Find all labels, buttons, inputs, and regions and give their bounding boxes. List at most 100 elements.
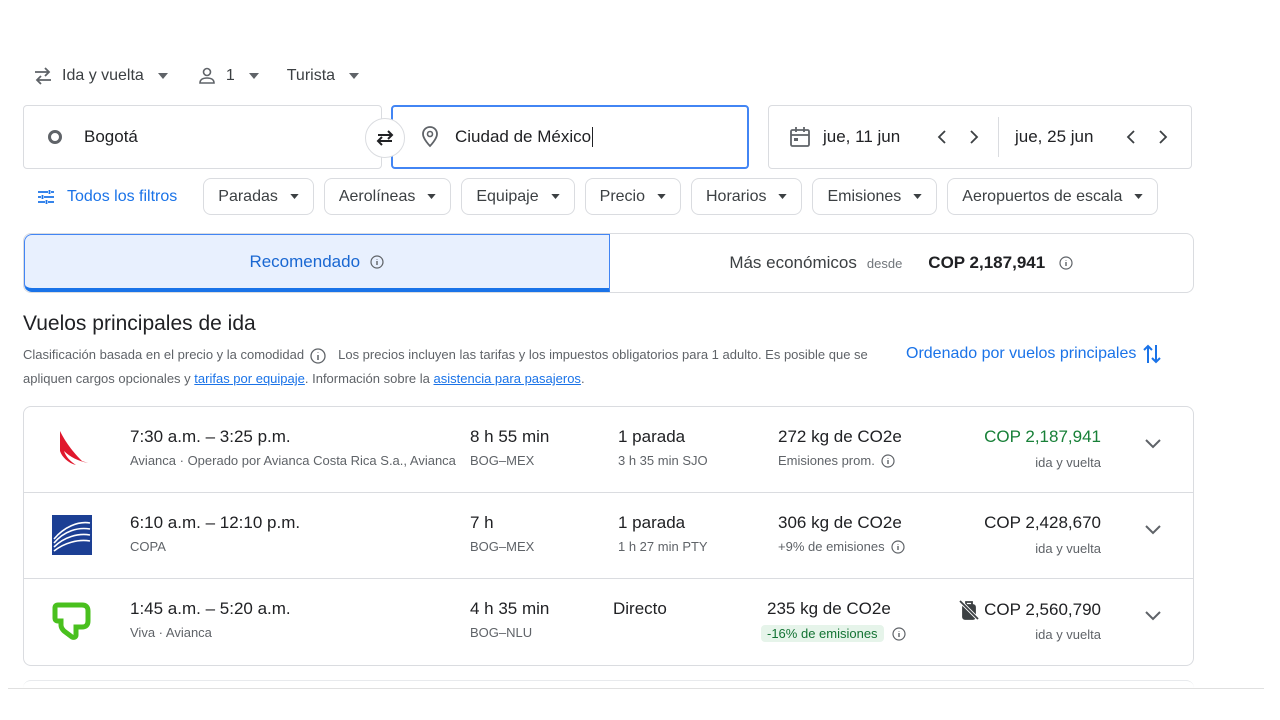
flight-stop-info: 1 h 27 min PTY (618, 539, 708, 554)
flight-co2-note: -16% de emisiones (761, 625, 906, 642)
swap-locations-button[interactable] (365, 118, 405, 158)
flight-times: 1:45 a.m. – 5:20 a.m. (130, 599, 291, 618)
results-title: Vuelos principales de ida (23, 312, 256, 335)
note-text: . Información sobre la (304, 371, 430, 386)
filter-chip-price[interactable]: Precio (584, 178, 681, 215)
passenger-assistance-link[interactable]: asistencia para pasajeros (434, 371, 581, 386)
chevron-left-icon (937, 130, 946, 144)
flight-co2-note: Emisiones prom. (778, 453, 895, 468)
next-date-button[interactable] (962, 130, 986, 144)
avianca-logo (50, 427, 94, 471)
viva-logo (50, 599, 94, 643)
swap-icon (376, 130, 394, 146)
filter-chip-layover-airports[interactable]: Aeropuertos de escala (947, 178, 1159, 215)
tab-recommended-label: Recomendado (249, 251, 361, 271)
flight-row[interactable]: 6:10 a.m. – 12:10 p.m. COPA 7 h BOG–MEX … (24, 493, 1193, 579)
chip-label: Aeropuertos de escala (962, 187, 1123, 205)
flight-co2: 306 kg de CO2e (778, 513, 902, 532)
flight-stops: Directo (613, 599, 667, 618)
chevron-down-icon (1145, 525, 1161, 535)
chevron-down-icon (1145, 439, 1161, 449)
flight-duration: 4 h 35 min (470, 599, 550, 618)
co2-note-badge: -16% de emisiones (761, 625, 884, 642)
next-return-date-button[interactable] (1151, 130, 1175, 144)
flight-price: COP 2,428,670 (984, 513, 1101, 532)
flight-co2: 272 kg de CO2e (778, 427, 902, 446)
flight-price: COP 2,187,941 (984, 427, 1101, 446)
flight-route: BOG–NLU (470, 625, 533, 640)
swap-arrows-icon (32, 65, 54, 87)
baggage-fees-link[interactable]: tarifas por equipaje (194, 371, 305, 386)
sort-tabs: Recomendado Más económicos desde COP 2,1… (23, 233, 1194, 293)
chip-label: Paradas (218, 187, 278, 205)
info-icon[interactable] (891, 626, 906, 641)
flight-stop-info: 3 h 35 min SJO (618, 453, 708, 468)
info-icon[interactable] (881, 453, 895, 468)
calendar-icon (789, 126, 811, 148)
origin-field[interactable]: Bogotá (23, 105, 382, 169)
all-filters-button[interactable]: Todos los filtros (23, 188, 177, 206)
filter-chip-airlines[interactable]: Aerolíneas (323, 178, 452, 215)
flight-duration: 8 h 55 min (470, 427, 550, 446)
date-picker: jue, 11 jun jue, 25 jun (768, 105, 1192, 169)
no-carry-on-icon (958, 599, 980, 621)
flight-airline: Viva · Avianca (130, 625, 212, 640)
flight-co2-note: +9% de emisiones (778, 539, 905, 554)
flight-airline: COPA (130, 539, 166, 554)
origin-value: Bogotá (84, 127, 138, 146)
info-icon[interactable] (370, 254, 384, 269)
info-icon[interactable] (1059, 256, 1073, 270)
passengers-select[interactable]: 1 (196, 65, 259, 87)
sort-button[interactable]: Ordenado por vuelos principales (906, 343, 1162, 365)
sort-arrows-icon (1142, 343, 1162, 365)
divider (8, 688, 1264, 689)
caret-down-icon (427, 194, 437, 199)
flight-route: BOG–MEX (470, 453, 535, 468)
info-icon[interactable] (890, 539, 905, 554)
caret-down-icon (290, 194, 299, 199)
flight-price-wrap: COP 2,560,790 (958, 599, 1101, 621)
filter-chip-baggage[interactable]: Equipaje (461, 178, 575, 215)
trip-type-select[interactable]: Ida y vuelta (32, 65, 168, 87)
chip-label: Aerolíneas (338, 187, 416, 205)
flight-price-note: ida y vuelta (1035, 627, 1101, 642)
caret-down-icon (550, 194, 560, 199)
flight-price-note: ida y vuelta (1035, 541, 1101, 556)
caret-down-icon (1134, 194, 1144, 199)
copa-logo (50, 513, 94, 557)
all-filters-label: Todos los filtros (67, 187, 178, 205)
chevron-right-icon (1159, 130, 1168, 144)
tab-recommended[interactable]: Recomendado (24, 234, 610, 292)
expand-button[interactable] (1145, 611, 1161, 621)
flight-times: 7:30 a.m. – 3:25 p.m. (130, 427, 291, 446)
filter-chip-emissions[interactable]: Emisiones (812, 178, 938, 215)
depart-date-field[interactable]: jue, 11 jun (769, 117, 999, 157)
filter-chip-times[interactable]: Horarios (691, 178, 803, 215)
text-cursor (592, 127, 594, 147)
destination-field[interactable]: Ciudad de México (391, 105, 749, 169)
return-date-field[interactable]: jue, 25 jun (999, 106, 1191, 168)
flight-price: COP 2,560,790 (984, 600, 1101, 619)
prev-return-date-button[interactable] (1119, 130, 1143, 144)
caret-down-icon (157, 73, 168, 79)
prev-date-button[interactable] (930, 130, 954, 144)
caret-down-icon (248, 73, 259, 79)
info-icon[interactable] (310, 347, 326, 364)
expand-button[interactable] (1145, 525, 1161, 535)
location-pin-icon (421, 126, 439, 148)
flight-row[interactable]: 1:45 a.m. – 5:20 a.m. Viva · Avianca 4 h… (24, 579, 1193, 665)
caret-down-icon (657, 194, 666, 199)
expand-button[interactable] (1145, 439, 1161, 449)
tab-cheapest[interactable]: Más económicos desde COP 2,187,941 (610, 234, 1194, 292)
tab-cheapest-from: desde (866, 255, 903, 271)
depart-date-value: jue, 11 jun (823, 127, 901, 146)
chip-label: Emisiones (827, 187, 902, 205)
ranking-note: Clasificación basada en el precio y la c… (23, 347, 305, 362)
filter-chip-stops[interactable]: Paradas (203, 178, 314, 215)
caret-down-icon (913, 194, 922, 199)
cabin-select[interactable]: Turista (287, 67, 360, 85)
sort-label: Ordenado por vuelos principales (906, 345, 1137, 362)
co2-note-text: Emisiones prom. (778, 453, 875, 468)
flight-row[interactable]: 7:30 a.m. – 3:25 p.m. Avianca · Operado … (24, 407, 1193, 493)
flight-co2: 235 kg de CO2e (767, 599, 891, 618)
